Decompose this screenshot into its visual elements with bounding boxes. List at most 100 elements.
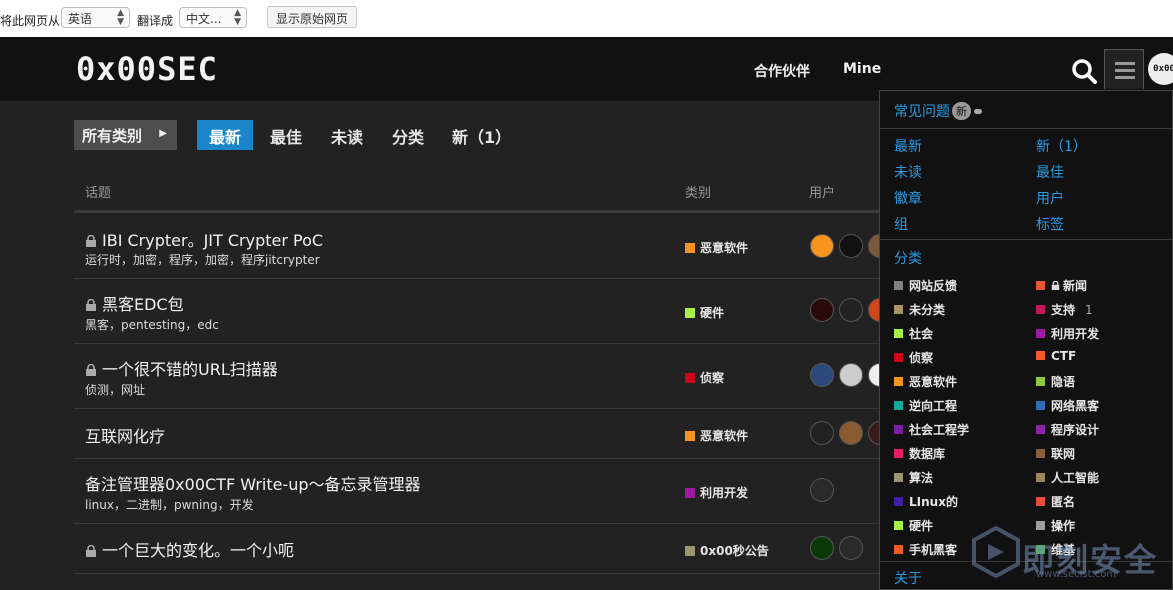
topic-title[interactable]: 一个巨大的变化。一个小呃	[85, 537, 294, 561]
topic-title[interactable]: 一个很不错的URL扫描器	[85, 356, 278, 380]
category-name: 匿名	[1051, 495, 1076, 509]
category-name: 社会工程学	[909, 423, 970, 437]
category-link[interactable]: 新闻	[1036, 277, 1087, 294]
tab-latest[interactable]: 最新	[197, 120, 254, 150]
category-link[interactable]: 操作	[1036, 517, 1075, 534]
menu-link-groups[interactable]: 组	[894, 214, 908, 234]
topic-title[interactable]: 黑客EDC包	[85, 291, 184, 315]
category-name: 操作	[1051, 519, 1076, 533]
category-link[interactable]: 网络黑客	[1036, 397, 1099, 414]
category-link[interactable]: 网站反馈	[894, 277, 957, 294]
categories-heading[interactable]: 分类	[894, 248, 922, 268]
menu-link-badges[interactable]: 徽章	[894, 188, 922, 208]
category-name: CTF	[1051, 349, 1077, 363]
avatar[interactable]	[839, 234, 863, 258]
divider	[880, 239, 1172, 240]
show-original-button[interactable]: 显示原始网页	[267, 6, 358, 28]
topic-row[interactable]: 一个巨大的变化。一个小呃 0x00秒公告	[74, 524, 884, 574]
category-link[interactable]: 社会	[894, 325, 933, 342]
category-link[interactable]: 未分类	[894, 301, 945, 318]
site-logo[interactable]: 0x00SEC	[76, 51, 218, 87]
avatar[interactable]	[810, 363, 834, 387]
source-language-select[interactable]: 英语 ▲ ▼	[61, 7, 130, 28]
dismiss-toggle[interactable]	[974, 109, 982, 114]
translate-bar: 将此网页从 英语 ▲ ▼ 翻译成 中文... ▲ ▼ 显示原始网页	[0, 0, 1173, 37]
topic-row[interactable]: IBI Crypter。JIT Crypter PoC 运行时，加密，程序，加密…	[74, 213, 892, 279]
category-link[interactable]: 数据库	[894, 445, 945, 462]
nav-link-mine[interactable]: Mine	[843, 61, 881, 77]
category-swatch	[894, 377, 903, 386]
topic-category[interactable]: 0x00秒公告	[685, 542, 769, 559]
avatar[interactable]	[810, 478, 834, 502]
search-icon[interactable]	[1071, 58, 1097, 84]
lock-icon	[86, 364, 96, 376]
menu-link-latest[interactable]: 最新	[894, 136, 922, 156]
topic-title[interactable]: 互联网化疗	[85, 423, 165, 447]
category-link[interactable]: 手机黑客	[894, 541, 957, 558]
category-link[interactable]: 匿名	[1036, 493, 1075, 510]
menu-link-top[interactable]: 最佳	[1036, 162, 1064, 182]
topic-category[interactable]: 侦察	[685, 369, 724, 386]
category-dropdown-label: 所有类别	[82, 127, 143, 145]
category-link[interactable]: 人工智能	[1036, 469, 1099, 486]
topic-row[interactable]: 黑客EDC包 黑客，pentesting，edc 硬件	[74, 279, 892, 344]
avatar[interactable]	[810, 234, 834, 258]
category-link[interactable]: LInux的	[894, 493, 958, 510]
category-dropdown[interactable]: 所有类别 ▶	[74, 120, 177, 150]
target-language-select[interactable]: 中文... ▲ ▼	[179, 7, 247, 28]
category-link[interactable]: 联网	[1036, 445, 1075, 462]
category-swatch	[894, 521, 903, 530]
menu-link-tags[interactable]: 标签	[1036, 214, 1064, 234]
hamburger-menu-button[interactable]	[1104, 49, 1144, 89]
topic-row[interactable]: 一个很不错的URL扫描器 侦测，网址 侦察	[74, 344, 892, 409]
category-link[interactable]: 隐语	[1036, 373, 1075, 390]
category-swatch	[1036, 305, 1045, 314]
tab-top[interactable]: 最佳	[270, 120, 302, 150]
topic-tags[interactable]: 运行时，加密，程序，加密，程序jitcrypter	[85, 251, 320, 268]
topic-tags[interactable]: 黑客，pentesting，edc	[85, 316, 219, 333]
menu-link-about[interactable]: 关于	[894, 568, 922, 588]
category-swatch	[894, 497, 903, 506]
category-link[interactable]: 恶意软件	[894, 373, 957, 390]
category-count: 1	[1085, 303, 1093, 317]
topic-row[interactable]: 备注管理器0x00CTF Write-up〜备忘录管理器 linux，二进制，p…	[74, 459, 884, 524]
avatar[interactable]	[810, 298, 834, 322]
topic-category[interactable]: 硬件	[685, 304, 724, 321]
menu-link-users[interactable]: 用户	[1036, 188, 1064, 208]
topic-title[interactable]: IBI Crypter。JIT Crypter PoC	[85, 227, 323, 251]
tab-categories[interactable]: 分类	[392, 120, 424, 150]
topic-category[interactable]: 利用开发	[685, 484, 748, 501]
topic-title[interactable]: 备注管理器0x00CTF Write-up〜备忘录管理器	[85, 471, 421, 495]
category-link[interactable]: CTF	[1036, 349, 1076, 363]
col-header-topic[interactable]: 话题	[85, 182, 111, 201]
menu-link-new[interactable]: 新（1）	[1036, 136, 1087, 156]
category-swatch	[1036, 521, 1045, 530]
avatar[interactable]	[839, 536, 863, 560]
category-link[interactable]: 硬件	[894, 517, 933, 534]
avatar[interactable]	[810, 421, 834, 445]
category-link[interactable]: 逆向工程	[894, 397, 957, 414]
tab-new[interactable]: 新（1）	[452, 120, 511, 150]
topic-row[interactable]: 互联网化疗 恶意软件	[74, 409, 892, 459]
col-header-category[interactable]: 类别	[685, 182, 711, 201]
topic-category[interactable]: 恶意软件	[685, 239, 748, 256]
category-link[interactable]: 社会工程学	[894, 421, 969, 438]
avatar[interactable]	[810, 536, 834, 560]
nav-link-partners[interactable]: 合作伙伴	[754, 61, 810, 81]
faq-link[interactable]: 常见问题新	[894, 101, 982, 121]
category-link[interactable]: 算法	[894, 469, 933, 486]
topic-category[interactable]: 恶意软件	[685, 427, 748, 444]
user-avatar[interactable]: 0x00	[1148, 53, 1173, 85]
category-link[interactable]: 利用开发	[1036, 325, 1099, 342]
avatar[interactable]	[839, 421, 863, 445]
avatar[interactable]	[839, 298, 863, 322]
category-name: 人工智能	[1051, 471, 1100, 485]
category-link[interactable]: 程序设计	[1036, 421, 1099, 438]
tab-unread[interactable]: 未读	[331, 120, 363, 150]
menu-link-unread[interactable]: 未读	[894, 162, 922, 182]
topic-tags[interactable]: linux，二进制，pwning，开发	[85, 496, 254, 513]
category-link[interactable]: 支持 1	[1036, 301, 1093, 318]
avatar[interactable]	[839, 363, 863, 387]
topic-tags[interactable]: 侦测，网址	[85, 381, 145, 398]
category-link[interactable]: 侦察	[894, 349, 933, 366]
